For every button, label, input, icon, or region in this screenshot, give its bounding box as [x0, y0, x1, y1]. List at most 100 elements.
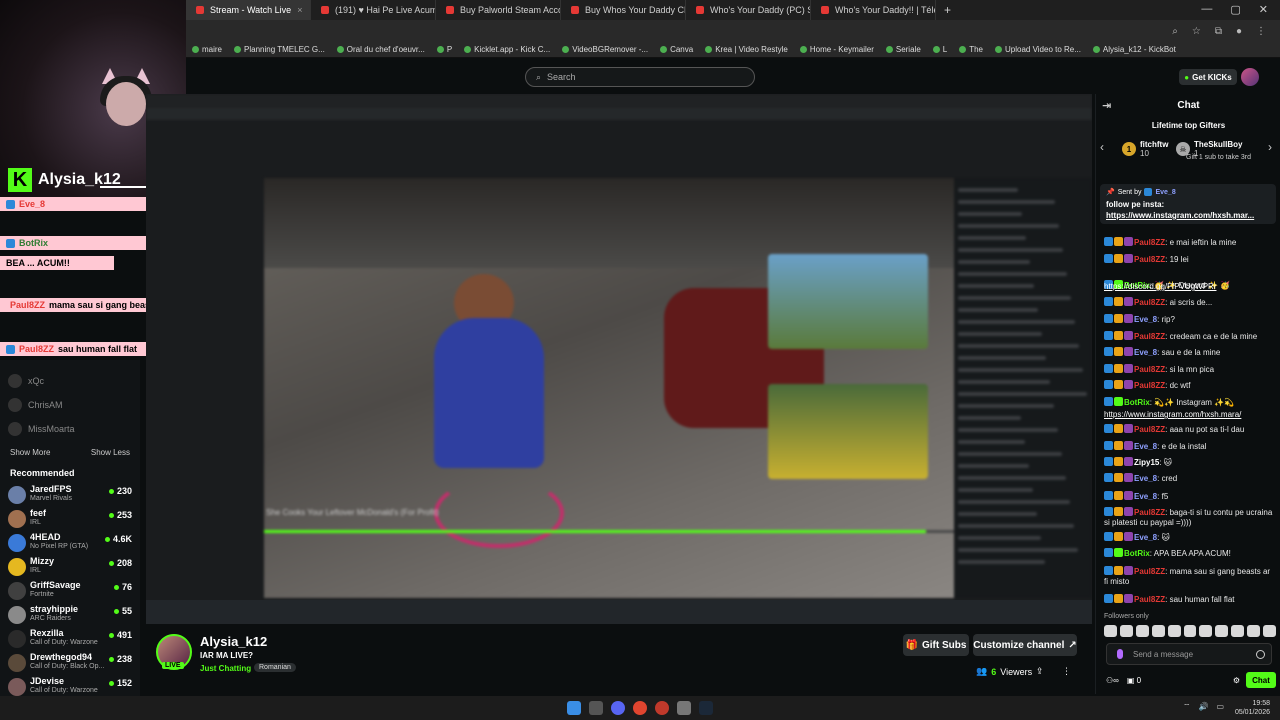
gifter-1[interactable]: 1 fitchftw 10 [1122, 140, 1168, 158]
chat-message[interactable]: Paul8ZZ: 19 lei [1104, 254, 1276, 265]
obs-icon[interactable] [655, 701, 669, 715]
chat-message[interactable]: Eve_8: sau e de la mine [1104, 347, 1276, 358]
emote-icon[interactable] [1167, 625, 1181, 637]
followed-channel[interactable]: MissMoarta [8, 422, 75, 436]
emoji-icon[interactable] [1256, 650, 1265, 659]
chat-message[interactable]: Eve_8: cred [1104, 473, 1276, 484]
stream-category[interactable]: Just Chatting [200, 664, 251, 673]
chat-message[interactable]: Eve_8: 🐱 [1104, 532, 1276, 543]
get-kicks-button[interactable]: ● Get KICKs [1179, 69, 1237, 85]
chat-username[interactable]: Zipy15 [1134, 458, 1159, 467]
chat-message[interactable]: Paul8ZZ: mama sau si gang beasts ar fi m… [1104, 566, 1276, 587]
recommended-channel[interactable]: feef IRL 253 [8, 508, 132, 530]
emote-icon[interactable] [1247, 625, 1261, 637]
profile-icon[interactable]: ● [1236, 26, 1242, 37]
pinned-message[interactable]: 📌 Sent by Eve_8 follow pe insta: https://w… [1100, 184, 1276, 224]
bookmark-item[interactable]: Seriale [885, 45, 921, 54]
video-progress[interactable] [264, 530, 954, 533]
search-input[interactable]: ⌕ Search [525, 67, 755, 87]
chat-username[interactable]: Paul8ZZ [1134, 567, 1165, 576]
emote-icon[interactable] [1231, 625, 1245, 637]
recommended-channel[interactable]: Drewthegod94 Call of Duty: Black Op... 238 [8, 652, 132, 674]
wifi-icon[interactable]: ⌔ [1183, 702, 1191, 712]
chat-username[interactable]: Paul8ZZ [1134, 238, 1165, 247]
chat-message[interactable]: Paul8ZZ: credeam ca e de la mine [1104, 331, 1276, 342]
bookmark-item[interactable]: maire [192, 45, 222, 54]
chat-message[interactable]: Paul8ZZ: aaa nu pot sa ti-l dau [1104, 424, 1276, 435]
more-options-icon[interactable]: ⋮ [1062, 666, 1071, 677]
customize-channel-button[interactable]: Customize channel ↗ [973, 634, 1077, 656]
close-tab-icon[interactable]: × [297, 5, 302, 15]
chat-message[interactable]: Paul8ZZ: baga-ti si tu contu pe ucraina … [1104, 507, 1276, 528]
chat-username[interactable]: Paul8ZZ [1134, 595, 1165, 604]
bookmark-item[interactable]: P [436, 45, 452, 54]
system-tray[interactable]: ⌔ 🔊 ▭ [1183, 702, 1224, 712]
steam-icon[interactable] [699, 701, 713, 715]
bookmark-item[interactable]: Upload Video to Re... [995, 45, 1081, 54]
chat-username[interactable]: Paul8ZZ [1134, 332, 1165, 341]
chat-message[interactable]: Paul8ZZ: e mai ieftin la mine [1104, 237, 1276, 248]
settings-gear-icon[interactable]: ⚙ [1233, 676, 1240, 685]
user-avatar[interactable] [1241, 68, 1259, 86]
users-icon[interactable]: ⚇∞ [1106, 676, 1119, 685]
bookmark-item[interactable]: L [932, 45, 947, 54]
chat-message[interactable]: BotRix: 💫✨ Instagram ✨💫 [1104, 397, 1276, 408]
chat-username[interactable]: BotRix [1124, 549, 1150, 558]
chat-username[interactable]: Paul8ZZ [1134, 508, 1165, 517]
chat-link[interactable]: https://discord.gg/FfPVUgWPRr [1104, 282, 1216, 291]
chat-username[interactable]: Paul8ZZ [1134, 381, 1165, 390]
start-icon[interactable] [567, 701, 581, 715]
bookmark-item[interactable]: The [959, 45, 983, 54]
emote-icon[interactable] [1263, 625, 1276, 637]
battery-icon[interactable]: ▭ [1216, 702, 1224, 712]
discord-icon[interactable] [611, 701, 625, 715]
chat-username[interactable]: Paul8ZZ [1134, 298, 1165, 307]
chrome-icon[interactable] [633, 701, 647, 715]
gift-subs-button[interactable]: 🎁 Gift Subs [903, 634, 969, 656]
kicks-counter[interactable]: ▣ 0 [1127, 676, 1141, 685]
minimize-icon[interactable]: — [1201, 3, 1212, 16]
bookmark-item[interactable]: Alysia_k12 - KickBot [1092, 45, 1176, 54]
bookmark-item[interactable]: Kicklet.app - Kick C... [464, 45, 550, 54]
pinned-user[interactable]: Eve_8 [1155, 189, 1175, 196]
language-tag[interactable]: Romanian [254, 663, 296, 672]
gift-promo[interactable]: Gift 1 sub to take 3rd [1186, 154, 1251, 161]
maximize-icon[interactable]: ▢ [1230, 3, 1240, 16]
share-icon[interactable]: ⇪ [1036, 666, 1044, 677]
file-explorer-icon[interactable] [589, 701, 603, 715]
chat-message[interactable]: Zipy15: 🐱 [1104, 457, 1276, 468]
zoom-icon[interactable]: ⌕ [1172, 26, 1178, 37]
emote-icon[interactable] [1215, 625, 1229, 637]
mic-icon[interactable] [1117, 649, 1123, 659]
chat-username[interactable]: Eve_8 [1134, 315, 1157, 324]
channel-name[interactable]: Alysia_k12 [200, 634, 267, 649]
chat-message[interactable]: https://www.instagram.com/hxsh.mara/ [1104, 410, 1276, 420]
extensions-icon[interactable]: ⧉ [1215, 26, 1222, 37]
close-icon[interactable]: ✕ [1259, 3, 1268, 16]
followed-channel[interactable]: ChrisAM [8, 398, 63, 412]
chat-username[interactable]: BotRix [1124, 398, 1150, 407]
emote-icon[interactable] [1183, 625, 1197, 637]
emote-icon[interactable] [1199, 625, 1213, 637]
browser-tab[interactable]: Buy Palworld Steam Account | ...× [436, 0, 561, 20]
send-chat-button[interactable]: Chat [1246, 672, 1276, 688]
chat-message[interactable]: BotRix: APA BEA APA ACUM! [1104, 548, 1276, 559]
chat-username[interactable]: Eve_8 [1134, 533, 1157, 542]
show-more-button[interactable]: Show More [10, 448, 50, 457]
bookmark-item[interactable]: VideoBGRemover -... [562, 45, 648, 54]
bookmark-star-icon[interactable]: ☆ [1192, 26, 1201, 37]
chat-username[interactable]: Paul8ZZ [1134, 255, 1165, 264]
taskbar-clock[interactable]: 19:58 05/01/2026 [1235, 699, 1270, 717]
browser-tab[interactable]: Stream - Watch Live × [186, 0, 311, 20]
recommended-channel[interactable]: GriffSavage Fortnite 76 [8, 580, 132, 602]
chat-message[interactable]: Eve_8: e de la instal [1104, 441, 1276, 452]
pinned-link[interactable]: https://www.instagram.com/hxsh.mar... [1106, 211, 1270, 220]
calculator-icon[interactable] [677, 701, 691, 715]
chat-message-input[interactable]: Send a message [1106, 643, 1272, 665]
recommended-channel[interactable]: 4HEAD No Pixel RP (GTA) 4.6K [8, 532, 132, 554]
bookmark-item[interactable]: Planning TMELEC G... [234, 45, 325, 54]
emote-bar[interactable] [1104, 625, 1276, 637]
chevron-left-icon[interactable]: ‹ [1100, 140, 1104, 154]
chat-username[interactable]: Eve_8 [1134, 442, 1157, 451]
video-player[interactable]: She Cooks Your Leftover McDonald's (For … [146, 94, 1092, 624]
